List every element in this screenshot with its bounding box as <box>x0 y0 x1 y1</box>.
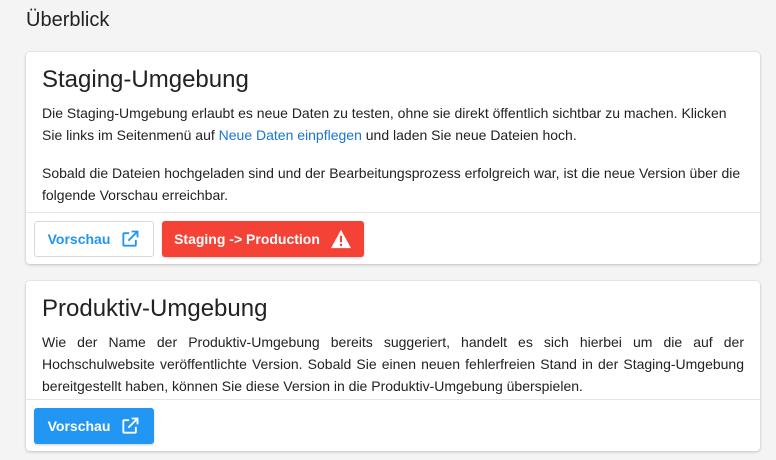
staging-text-after-link: und laden Sie neue Dateien hoch. <box>361 127 577 143</box>
staging-to-production-button[interactable]: Staging -> Production <box>162 220 364 257</box>
new-data-link[interactable]: Neue Daten einpflegen <box>219 127 362 143</box>
production-preview-label: Vorschau <box>47 417 111 434</box>
staging-preview-label: Vorschau <box>47 230 111 247</box>
staging-description: Die Staging-Umgebung erlaubt es neue Dat… <box>42 102 744 146</box>
production-preview-button[interactable]: Vorschau <box>34 407 154 444</box>
production-card: Produktiv-Umgebung Wie der Name der Prod… <box>26 281 760 451</box>
staging-card-body: Staging-Umgebung Die Staging-Umgebung er… <box>26 52 760 206</box>
open-in-new-icon <box>120 416 140 436</box>
production-card-title: Produktiv-Umgebung <box>42 295 268 322</box>
open-in-new-icon <box>120 229 140 249</box>
production-description: Wie der Name der Produktiv-Umgebung bere… <box>42 334 744 394</box>
warning-icon <box>330 229 352 249</box>
staging-preview-description: Sobald die Dateien hochgeladen sind und … <box>42 165 741 203</box>
staging-to-production-label: Staging -> Production <box>174 230 320 247</box>
overview-page: Überblick Staging-Umgebung Die Staging-U… <box>0 0 776 460</box>
staging-card: Staging-Umgebung Die Staging-Umgebung er… <box>26 52 760 264</box>
staging-card-actions: Vorschau Staging -> Production <box>26 212 760 264</box>
staging-preview-button[interactable]: Vorschau <box>34 220 154 257</box>
staging-card-title: Staging-Umgebung <box>42 66 249 93</box>
page-title: Überblick <box>26 9 110 31</box>
production-card-actions: Vorschau <box>26 399 760 451</box>
production-card-body: Produktiv-Umgebung Wie der Name der Prod… <box>26 281 760 397</box>
